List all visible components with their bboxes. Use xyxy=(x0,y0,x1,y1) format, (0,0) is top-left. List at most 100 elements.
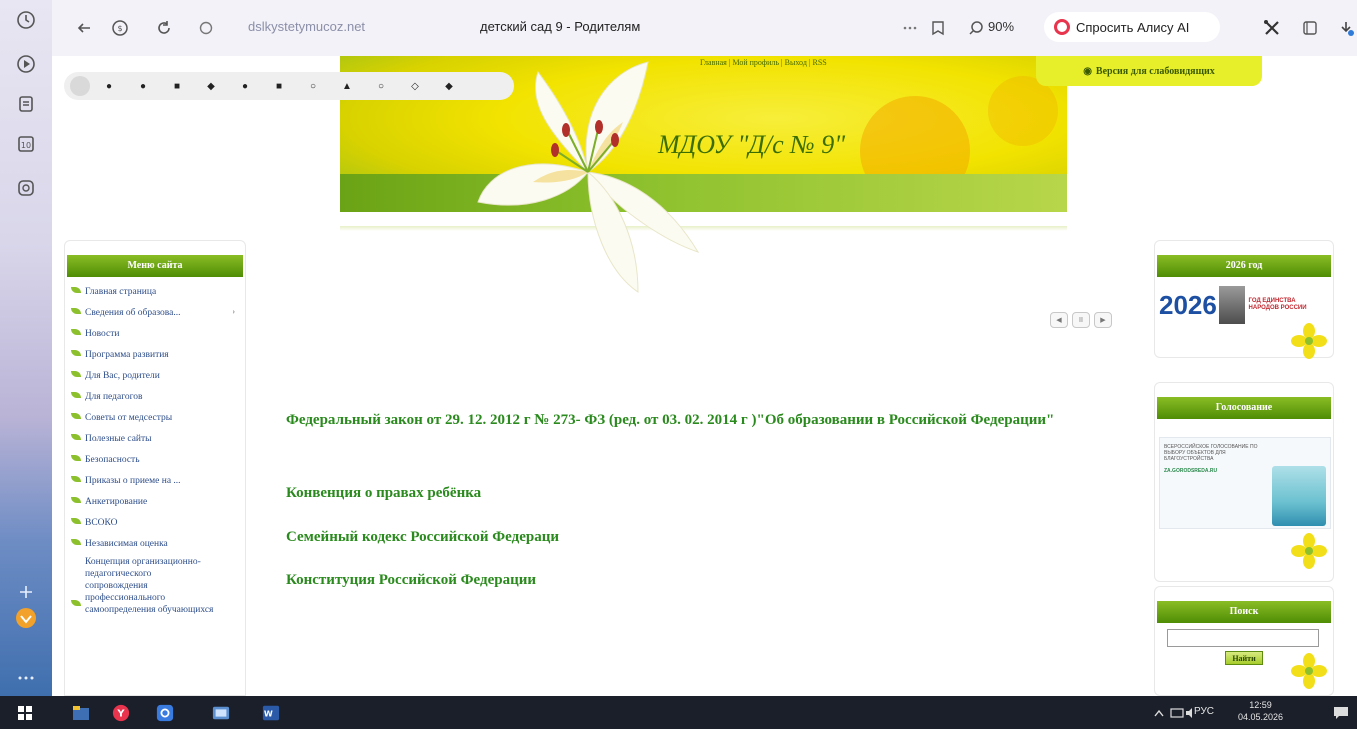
accessibility-search-icon[interactable] xyxy=(70,76,90,96)
leaf-bullet-icon xyxy=(71,434,81,440)
menu-item-education-info[interactable]: Сведения об образова... › xyxy=(65,302,245,323)
address-bar[interactable]: dslkystetymucoz.net xyxy=(248,19,365,34)
notes-icon[interactable] xyxy=(14,92,38,116)
year-box-heading: 2026 год xyxy=(1157,255,1331,277)
windows-start-icon[interactable] xyxy=(16,704,34,722)
clock-date: 04.05.2026 xyxy=(1238,712,1284,722)
reload-icon[interactable] xyxy=(152,16,176,40)
toolbar-user-icon[interactable]: ▲ xyxy=(330,76,364,96)
menu-item-survey[interactable]: Анкетирование xyxy=(65,491,245,512)
media-app-icon[interactable] xyxy=(212,704,230,722)
site-menu-heading: Меню сайта xyxy=(67,255,243,277)
slider-next-button[interactable]: ▶ xyxy=(1094,312,1112,328)
menu-item-useful-sites[interactable]: Полезные сайты xyxy=(65,428,245,449)
zoom-level[interactable]: 90% xyxy=(988,19,1014,34)
more-actions-icon[interactable] xyxy=(900,16,920,40)
file-explorer-icon[interactable] xyxy=(72,704,90,722)
browser-toolbar: $ dslkystetymucoz.net детский сад 9 - Ро… xyxy=(52,0,1357,56)
toolbar-share-icon[interactable]: ◆ xyxy=(432,76,466,96)
search-box-heading: Поиск xyxy=(1157,601,1331,623)
menu-item-label: Независимая оценка xyxy=(85,538,168,549)
menu-item-label: Советы от медсестры xyxy=(85,412,173,423)
windows-taskbar: Y W РУС 12:59 04.05.2026 xyxy=(0,696,1357,729)
messenger-app-icon[interactable] xyxy=(156,704,174,722)
accessibility-toolbar: ● ● ■ ◆ ● ■ ○ ▲ ○ ◇ ◆ xyxy=(64,72,514,100)
history-icon[interactable] xyxy=(14,8,38,32)
menu-item-label: Для педагогов xyxy=(85,391,143,402)
tools-icon[interactable] xyxy=(1260,16,1284,40)
leaf-bullet-icon xyxy=(71,518,81,524)
input-language[interactable]: РУС xyxy=(1194,706,1214,717)
download-icon[interactable] xyxy=(1336,16,1356,40)
menu-item-for-parents[interactable]: Для Вас, родители xyxy=(65,365,245,386)
leaf-bullet-icon xyxy=(71,413,81,419)
messenger-icon[interactable] xyxy=(14,176,38,200)
voting-box-heading: Голосование xyxy=(1157,397,1331,419)
toolbar-view-icon[interactable]: ◇ xyxy=(398,76,432,96)
slider-pause-button[interactable]: II xyxy=(1072,312,1090,328)
toolbar-link-icon[interactable]: ◆ xyxy=(194,76,228,96)
tray-expand-icon[interactable] xyxy=(1150,704,1168,722)
svg-text:$: $ xyxy=(117,24,122,33)
menu-item-for-teachers[interactable]: Для педагогов xyxy=(65,386,245,407)
leaf-bullet-icon xyxy=(71,350,81,356)
add-icon[interactable] xyxy=(14,580,38,604)
menu-item-label: Главная страница xyxy=(85,286,157,297)
search-input[interactable] xyxy=(1167,629,1319,647)
leaf-bullet-icon xyxy=(71,329,81,335)
zoom-icon[interactable] xyxy=(966,16,986,40)
toolbar-zoom-icon[interactable]: ○ xyxy=(364,76,398,96)
toolbar-home-icon[interactable]: ● xyxy=(92,76,126,96)
calendar-icon[interactable]: 10 xyxy=(14,132,38,156)
alice-icon[interactable] xyxy=(14,606,38,630)
play-icon[interactable] xyxy=(14,52,38,76)
menu-item-independent-assessment[interactable]: Независимая оценка xyxy=(65,533,245,554)
bookmark-icon[interactable] xyxy=(928,16,948,40)
menu-item-news[interactable]: Новости xyxy=(65,323,245,344)
svg-text:10: 10 xyxy=(21,141,31,150)
word-app-icon[interactable]: W xyxy=(262,704,280,722)
year-of-unity-banner[interactable]: 2026 ГОД ЕДИНСТВА НАРОДОВ РОССИИ xyxy=(1159,281,1317,329)
menu-item-development-program[interactable]: Программа развития xyxy=(65,344,245,365)
ask-alice-button[interactable]: Спросить Алису AI xyxy=(1044,12,1220,42)
menu-item-admission-orders[interactable]: Приказы о приеме на ... xyxy=(65,470,245,491)
menu-item-label: Концепция организационно-педагогического… xyxy=(85,557,214,615)
low-vision-version-button[interactable]: ◉ Версия для слабовидящих xyxy=(1036,56,1262,86)
clock[interactable]: 12:59 04.05.2026 xyxy=(1238,699,1283,723)
menu-item-label: Для Вас, родители xyxy=(85,370,160,381)
leaf-bullet-icon xyxy=(71,455,81,461)
year-2026-box: 2026 год 2026 ГОД ЕДИНСТВА НАРОДОВ РОССИ… xyxy=(1154,240,1334,359)
menu-item-vsoko[interactable]: ВСОКО xyxy=(65,512,245,533)
collections-icon[interactable] xyxy=(1298,16,1322,40)
search-box: Поиск Найти xyxy=(1154,586,1334,696)
menu-item-career-concept[interactable]: Концепция организационно-педагогического… xyxy=(65,554,245,618)
link-education-law[interactable]: Федеральный закон от 29. 12. 2012 г № 27… xyxy=(286,408,1086,432)
toolbar-clock-icon[interactable]: ○ xyxy=(296,76,330,96)
toolbar-settings-icon[interactable]: ● xyxy=(228,76,262,96)
link-family-code[interactable]: Семейный кодекс Российской Федераци xyxy=(286,525,559,549)
leaf-bullet-icon xyxy=(71,392,81,398)
link-child-rights-convention[interactable]: Конвенция о правах ребёнка xyxy=(286,481,481,505)
toolbar-info-icon[interactable]: ● xyxy=(126,76,160,96)
more-icon[interactable] xyxy=(14,666,38,690)
menu-item-home[interactable]: Главная страница xyxy=(65,281,245,302)
yandex-browser-icon[interactable]: Y xyxy=(112,704,130,722)
toolbar-folder-icon[interactable]: ■ xyxy=(262,76,296,96)
year-number: 2026 xyxy=(1159,289,1217,320)
menu-item-safety[interactable]: Безопасность xyxy=(65,449,245,470)
slider-prev-button[interactable]: ◀ xyxy=(1050,312,1068,328)
link-constitution[interactable]: Конституция Российской Федерации xyxy=(286,568,536,592)
site-info-icon[interactable] xyxy=(194,16,218,40)
decor-flower-icon xyxy=(1291,533,1327,569)
leaf-bullet-icon xyxy=(71,539,81,545)
back-icon[interactable] xyxy=(72,16,96,40)
menu-item-label: Полезные сайты xyxy=(85,433,152,444)
menu-item-nurse-tips[interactable]: Советы от медсестры xyxy=(65,407,245,428)
alice-ring-icon xyxy=(1054,19,1070,35)
notifications-icon[interactable] xyxy=(1332,704,1350,722)
search-button[interactable]: Найти xyxy=(1225,651,1263,665)
toolbar-document-icon[interactable]: ■ xyxy=(160,76,194,96)
protect-icon[interactable]: $ xyxy=(108,16,132,40)
menu-item-label: Приказы о приеме на ... xyxy=(85,475,181,486)
voting-banner[interactable]: ВСЕРОССИЙСКОЕ ГОЛОСОВАНИЕ ПО ВЫБОРУ ОБЪЕ… xyxy=(1159,437,1331,529)
